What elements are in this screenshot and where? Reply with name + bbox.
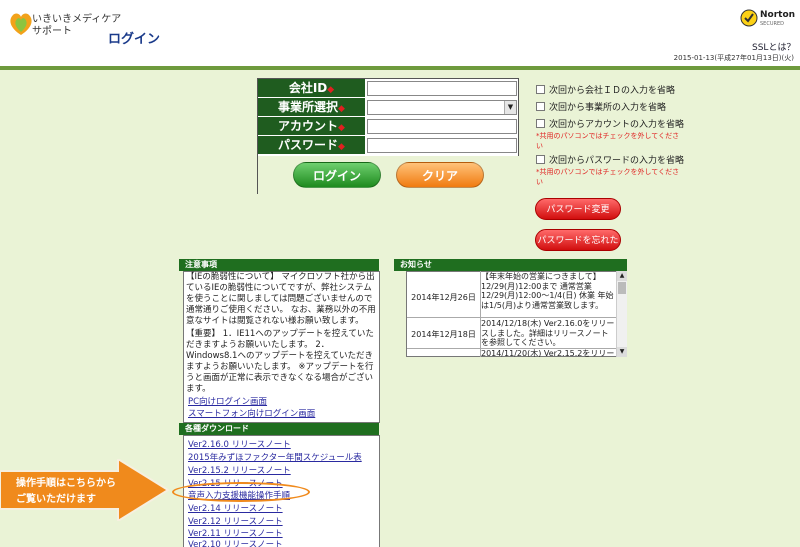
company-id-label-text: 会社ID [288,81,328,95]
required-mark: ◆ [338,104,345,114]
callout-line-1: 操作手順はこちらから [16,478,116,489]
callout-line-2: ご覧いただけます [16,494,96,505]
save-account-label: 次回からアカウントの入力を省略 [549,120,685,130]
header-divider [0,66,800,70]
download-link[interactable]: Ver2.16.0 リリースノート [188,438,291,450]
required-mark: ◆ [338,123,345,133]
news-date: 2014年12月18日 [411,330,476,339]
norton-badge[interactable]: Norton SECURED [740,6,796,36]
account-input[interactable] [367,119,517,134]
download-link[interactable]: Ver2.15.2 リリースノート [188,464,291,476]
required-mark: ◆ [327,85,335,95]
news-scrollbar[interactable]: ▲ ▼ [616,271,627,357]
save-account-option[interactable]: 次回からアカウントの入力を省略 [536,117,684,130]
office-select-label-text: 事業所選択 [278,100,339,114]
login-button[interactable]: ログイン [293,162,381,188]
save-password-label: 次回からパスワードの入力を省略 [549,156,685,166]
downloads-header: 各種ダウンロード [179,423,379,435]
header: いきいきメディケア サポート ログイン Norton SECURED SSLとは… [0,0,800,66]
download-link[interactable]: 2015年みずほファクター年間スケジュール表 [188,451,362,463]
save-company-label: 次回から会社ＩＤの入力を省略 [549,86,676,96]
notice-header: 注意事項 [179,259,379,271]
save-password-option[interactable]: 次回からパスワードの入力を省略 [536,153,684,166]
ssl-link[interactable]: SSLとは？ [752,40,795,53]
scroll-down-icon[interactable]: ▼ [617,347,627,357]
notice-paragraph-2: 【重要】 1．IE11へのアップデートを控えていただきますようお願いいたします。… [186,329,374,394]
scroll-thumb[interactable] [618,282,626,294]
norton-label: Norton [760,10,796,20]
password-label-text: パスワード [278,138,339,152]
news-date: 2014年12月26日 [411,293,476,302]
account-label: アカウント◆ [258,117,365,136]
form-buttons: ログイン クリア [258,156,520,194]
page-title: ログイン [108,32,161,47]
pc-login-link[interactable]: PC向けログイン画面 [188,395,267,407]
password-label: パスワード◆ [258,136,365,155]
current-date: 2015-01-13(平成27年01月13日)(火) [673,54,794,62]
download-link[interactable]: Ver2.14 リリースノート [188,502,283,514]
highlight-oval [172,482,310,502]
download-link[interactable]: Ver2.10 リリースノート [188,538,283,547]
news-text: 2014/12/18(木) Ver2.16.0をリリースしました。詳細はリリース… [481,319,615,347]
save-company-checkbox[interactable] [536,85,545,94]
save-office-label: 次回から事業所の入力を省略 [549,103,667,113]
company-id-row: 会社ID◆ [258,79,520,98]
save-office-option[interactable]: 次回から事業所の入力を省略 [536,100,666,113]
news-text: 【年末年始の営業につきまして】 12/29(月)12:00まで 通常営業 12/… [481,272,614,310]
save-office-checkbox[interactable] [536,102,545,111]
norton-sub: SECURED [760,21,784,27]
password-note: *共用のパソコンではチェックを外してください [536,168,680,186]
company-id-input[interactable] [367,81,517,96]
account-label-text: アカウント [278,119,339,133]
news-row-divider [407,317,616,318]
download-link[interactable]: Ver2.12 リリースノート [188,515,283,527]
news-text: 2014/11/20(木) Ver2.15.2をリリース [481,349,615,357]
required-mark: ◆ [338,142,345,152]
office-select-label: 事業所選択◆ [258,98,365,117]
password-row: パスワード◆ [258,136,520,155]
notice-paragraph-1: 【IEの脆弱性について】 マイクロソフト社から出ているIEの脆弱性についてですが… [186,272,376,326]
office-select[interactable]: ▼ [367,100,517,115]
company-id-label: 会社ID◆ [258,79,365,98]
scroll-up-icon[interactable]: ▲ [617,271,627,281]
notice-text: 【IEの脆弱性について】 マイクロソフト社から出ているIEの脆弱性についてですが… [186,272,378,397]
account-row: アカウント◆ [258,117,520,136]
account-note: *共用のパソコンではチェックを外してください [536,132,680,150]
news-header: お知らせ [394,259,627,271]
save-company-option[interactable]: 次回から会社ＩＤの入力を省略 [536,83,675,96]
brand-line-1: いきいきメディケア [32,14,122,25]
smartphone-login-link[interactable]: スマートフォン向けログイン画面 [188,407,315,419]
change-password-button[interactable]: パスワード変更 [535,198,621,220]
chevron-down-icon[interactable]: ▼ [504,101,516,114]
save-password-checkbox[interactable] [536,155,545,164]
login-form: 会社ID◆ 事業所選択◆ ▼ アカウント◆ パスワード◆ ログイン クリア [257,78,520,194]
office-select-row: 事業所選択◆ ▼ [258,98,520,117]
clear-button[interactable]: クリア [396,162,484,188]
save-account-checkbox[interactable] [536,119,545,128]
forgot-password-button[interactable]: パスワードを忘れた [535,229,621,251]
callout-text: 操作手順はこちらから ご覧いただけます [16,476,116,508]
password-input[interactable] [367,138,517,153]
